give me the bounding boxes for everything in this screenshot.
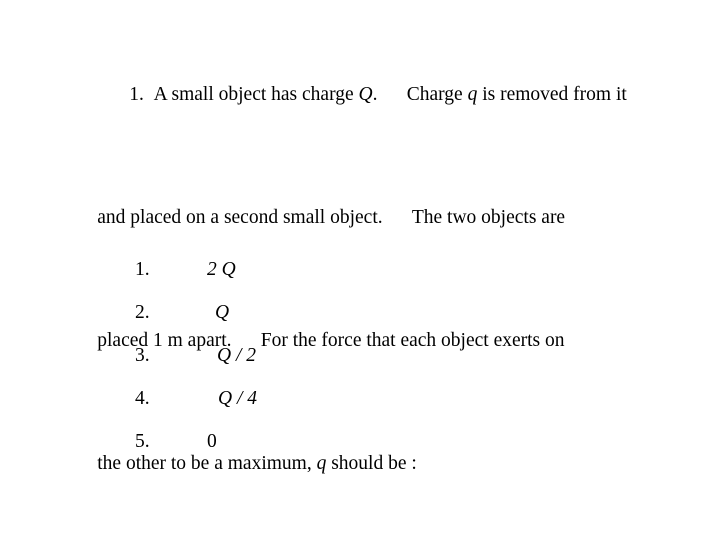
text-run: A small object has charge xyxy=(153,84,359,105)
answer-option-3[interactable]: 3. Q / 2 xyxy=(135,334,435,377)
answer-option-1-number: 1. xyxy=(135,259,150,280)
answer-option-2-value: Q xyxy=(215,302,230,323)
slide-canvas: 1. A small object has charge Q. Charge q… xyxy=(0,0,720,540)
question-line-2-content: and placed on a second small object. The… xyxy=(97,207,565,228)
answer-option-1-value: 2 Q xyxy=(207,259,236,280)
variable-symbol: Q xyxy=(358,84,373,105)
question-line-1: 1. A small object has charge Q. Charge q… xyxy=(68,33,693,156)
answer-option-2[interactable]: 2. Q xyxy=(135,291,435,334)
answer-option-5-value: 0 xyxy=(207,431,217,452)
answer-option-4-value: Q / 4 xyxy=(218,388,257,409)
question-number: 1. xyxy=(129,84,144,105)
text-run: is removed from it xyxy=(477,84,627,105)
text-run: and placed on a second small object. The… xyxy=(97,207,566,228)
variable-symbol: q xyxy=(467,84,478,105)
answer-option-3-number: 3. xyxy=(135,345,150,366)
question-line-1-content: A small object has charge Q. Charge q is… xyxy=(154,84,627,105)
answer-options-list: 1. 2 Q 2. Q 3. Q / 2 4. Q / 4 5. 0 xyxy=(135,248,435,463)
answer-option-2-number: 2. xyxy=(135,302,150,323)
answer-option-5-number: 5. xyxy=(135,431,150,452)
answer-option-3-value: Q / 2 xyxy=(217,345,256,366)
answer-option-5[interactable]: 5. 0 xyxy=(135,420,435,463)
text-run: . Charge xyxy=(372,84,468,105)
answer-option-4[interactable]: 4. Q / 4 xyxy=(135,377,435,420)
question-number-gap xyxy=(144,84,154,105)
answer-option-1[interactable]: 1. 2 Q xyxy=(135,248,435,291)
answer-option-4-number: 4. xyxy=(135,388,150,409)
